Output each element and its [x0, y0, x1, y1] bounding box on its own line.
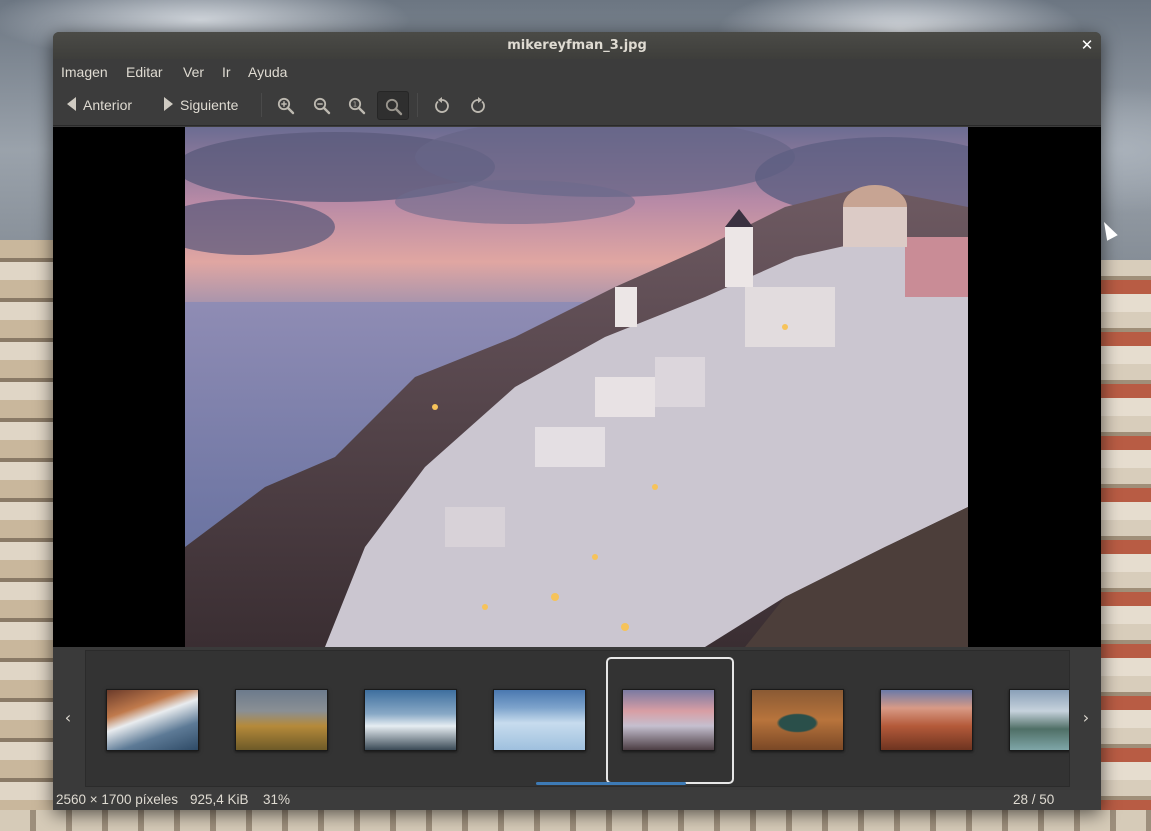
- thumb-glacier[interactable]: [493, 689, 586, 751]
- thumb-santorini[interactable]: [622, 689, 715, 751]
- window-title: mikereyfman_3.jpg: [507, 38, 647, 53]
- thumb-mountains-autumn[interactable]: [235, 689, 328, 751]
- file-size: 925,4 KiB: [190, 792, 249, 807]
- thumb-canyon[interactable]: [880, 689, 973, 751]
- close-icon: ✕: [1080, 36, 1094, 54]
- rotate-left-icon: [435, 97, 449, 113]
- zoom-in-icon: [277, 97, 295, 115]
- zoom-level: 31%: [263, 792, 291, 807]
- status-bar: 2560 × 1700 píxeles 925,4 KiB 31% 28 / 5…: [53, 790, 1101, 810]
- image-viewer-window: mikereyfman_3.jpg ✕ Imagen Editar Ver Ir…: [53, 32, 1101, 810]
- zoom-fit-icon: [385, 98, 403, 116]
- rotate-left-button[interactable]: [426, 91, 458, 120]
- rotate-right-button[interactable]: [462, 91, 494, 120]
- previous-button[interactable]: Anterior: [67, 91, 132, 119]
- menu-ir[interactable]: Ir: [222, 59, 231, 85]
- thumb-waves[interactable]: [364, 689, 457, 751]
- rotate-right-icon: [471, 97, 485, 113]
- chevron-right-icon: ›: [1082, 708, 1090, 727]
- zoom-fit-button[interactable]: [377, 91, 409, 120]
- previous-label: Anterior: [83, 97, 133, 113]
- thumb-architecture[interactable]: [106, 689, 199, 751]
- image-view[interactable]: [53, 127, 1101, 647]
- thumbnails-prev-button[interactable]: ‹: [58, 707, 78, 729]
- thumbnail-scroll-indicator[interactable]: [536, 782, 686, 785]
- santorini-photo: [185, 127, 968, 647]
- next-button[interactable]: Siguiente: [164, 91, 238, 119]
- thumbnail-strip: ‹ ›: [53, 647, 1101, 790]
- zoom-out-icon: [313, 97, 331, 115]
- arrow-left-icon: [67, 97, 76, 112]
- toolbar: Anterior Siguiente 1: [53, 85, 1101, 126]
- chevron-left-icon: ‹: [64, 708, 72, 727]
- image-position: 28 / 50: [1013, 792, 1055, 807]
- svg-text:1: 1: [353, 101, 357, 109]
- arrow-right-icon: [164, 97, 173, 112]
- thumbnail-list: [85, 650, 1070, 787]
- thumbnails-next-button[interactable]: ›: [1076, 707, 1096, 729]
- menu-imagen[interactable]: Imagen: [61, 59, 108, 85]
- menu-ver[interactable]: Ver: [183, 59, 204, 85]
- close-button[interactable]: ✕: [1077, 35, 1097, 55]
- zoom-normal-button[interactable]: 1: [341, 91, 373, 120]
- menu-editar[interactable]: Editar: [126, 59, 163, 85]
- title-bar: mikereyfman_3.jpg ✕: [53, 32, 1101, 59]
- menu-ayuda[interactable]: Ayuda: [248, 59, 287, 85]
- next-label: Siguiente: [180, 97, 239, 113]
- zoom-in-button[interactable]: [270, 91, 302, 120]
- toolbar-separator: [417, 93, 418, 117]
- zoom-out-button[interactable]: [306, 91, 338, 120]
- thumb-lake-mountains[interactable]: [1009, 689, 1069, 751]
- menu-bar: Imagen Editar Ver Ir Ayuda: [53, 59, 1101, 85]
- image-dimensions: 2560 × 1700 píxeles: [56, 792, 178, 807]
- toolbar-separator: [261, 93, 262, 117]
- zoom-normal-icon: 1: [348, 97, 366, 115]
- thumb-horseshoe-bend[interactable]: [751, 689, 844, 751]
